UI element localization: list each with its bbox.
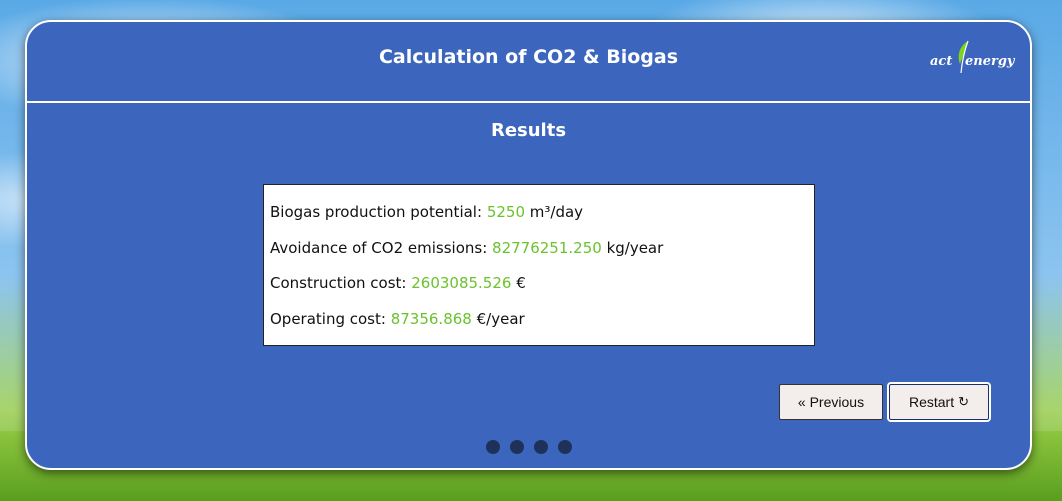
biogas-value: 5250 bbox=[486, 203, 525, 221]
restart-button[interactable]: Restart ↻ bbox=[887, 382, 991, 422]
step-dot bbox=[485, 440, 500, 454]
previous-button[interactable]: « Previous bbox=[779, 384, 883, 420]
results-box: Biogas production potential: 5250 m³/day… bbox=[263, 184, 815, 346]
panel-header: Calculation of CO2 & Biogas act energy bbox=[27, 22, 1030, 103]
step-dot bbox=[557, 440, 572, 454]
co2-value: 82776251.250 bbox=[492, 238, 602, 257]
construction-value: 2603085.526 bbox=[411, 274, 512, 292]
results-heading: Results bbox=[490, 120, 567, 141]
act-energy-logo: act energy bbox=[930, 40, 1020, 82]
result-row-biogas: Biogas production potential: 5250 m³/day bbox=[270, 203, 584, 221]
step-dot bbox=[533, 440, 548, 454]
result-row-operating: Operating cost: 87356.868 €/year bbox=[270, 309, 525, 328]
page-title: Calculation of CO2 & Biogas bbox=[378, 46, 679, 68]
step-indicator bbox=[27, 440, 1030, 454]
calculator-panel: Calculation of CO2 & Biogas act energy R… bbox=[25, 20, 1032, 470]
operating-value: 87356.868 bbox=[390, 309, 472, 328]
refresh-icon: ↻ bbox=[958, 394, 970, 409]
result-row-construction: Construction cost: 2603085.526 € bbox=[270, 274, 526, 292]
step-dot bbox=[509, 440, 524, 454]
result-row-co2: Avoidance of CO2 emissions: 82776251.250… bbox=[270, 238, 664, 257]
